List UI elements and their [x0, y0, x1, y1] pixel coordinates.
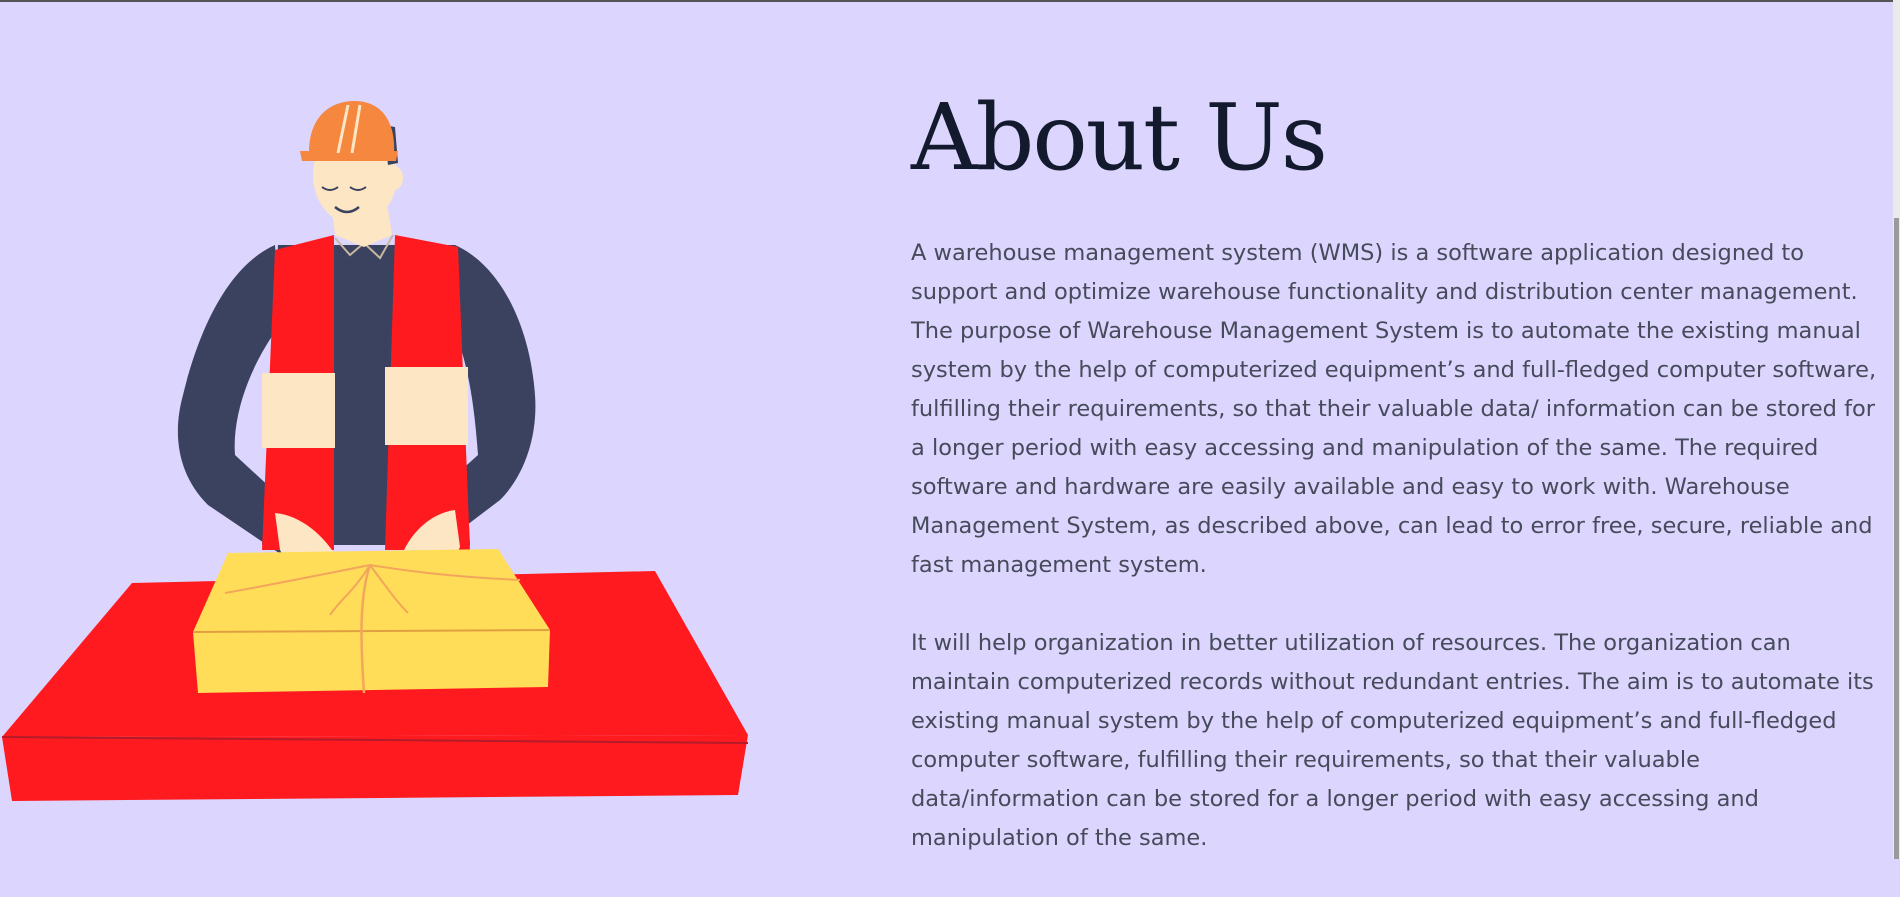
about-section: About Us A warehouse management system (… — [911, 92, 1886, 897]
worker-packing-box-illustration — [1, 101, 749, 801]
about-paragraph-1: A warehouse management system (WMS) is a… — [911, 240, 1877, 578]
yellow-box — [192, 549, 551, 694]
page-title: About Us — [911, 84, 1328, 191]
scrollbar-thumb[interactable] — [1894, 218, 1899, 859]
about-paragraph-2: It will help organization in better util… — [911, 630, 1874, 851]
top-border — [0, 0, 1900, 2]
hard-hat — [300, 101, 398, 161]
